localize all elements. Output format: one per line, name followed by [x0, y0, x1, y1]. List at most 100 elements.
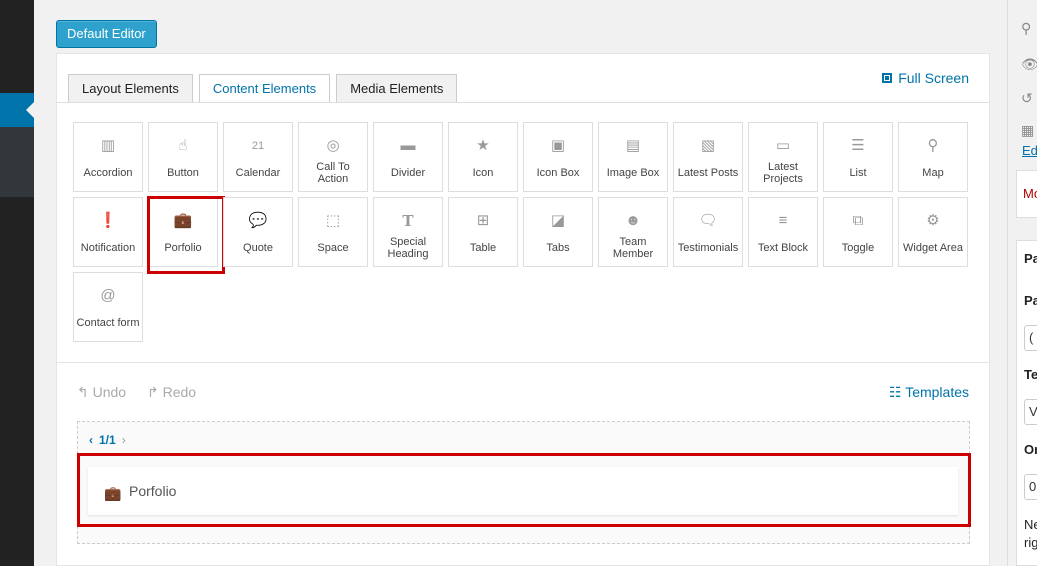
- element-tabs: Layout Elements Content Elements Media E…: [68, 74, 463, 103]
- map-pin-icon: ⚲: [927, 137, 939, 154]
- page-attributes-box: Pa Pa ( Te V Or 0 Ne rig: [1016, 240, 1037, 566]
- book-icon: ▥: [100, 137, 116, 154]
- admin-submenu: [0, 127, 34, 197]
- pin-icon: ⚲: [1021, 20, 1032, 36]
- divider-icon: ▬: [400, 137, 416, 154]
- calendar-icon: ▦: [1021, 122, 1035, 138]
- calendar-icon: 21: [251, 140, 265, 152]
- section-title: Pa: [1024, 251, 1037, 266]
- element-testimonials[interactable]: 🗨 Testimonials: [673, 197, 743, 267]
- element-space[interactable]: ⬚ Space: [298, 197, 368, 267]
- element-label: Contact form: [76, 317, 140, 329]
- element-label: Latest Posts: [677, 167, 739, 179]
- element-label: Icon: [472, 167, 494, 179]
- element-label: Table: [469, 242, 497, 254]
- element-map[interactable]: ⚲ Map: [898, 122, 968, 192]
- template-label: Te: [1024, 367, 1037, 382]
- element-calendar[interactable]: 21 Calendar: [223, 122, 293, 192]
- move-text[interactable]: Mo: [1023, 186, 1037, 201]
- space-icon: ⬚: [325, 212, 341, 229]
- fullscreen-icon: [882, 73, 893, 83]
- element-label: Button: [167, 167, 199, 179]
- monitor-icon: ▭: [775, 137, 791, 154]
- order-label: Or: [1024, 442, 1037, 457]
- move-to-trash-box: Mo: [1016, 170, 1037, 218]
- element-label: Map: [922, 167, 944, 179]
- parent-select[interactable]: (: [1024, 325, 1037, 351]
- element-call-to-action[interactable]: ◎ Call To Action: [298, 122, 368, 192]
- element-label: Testimonials: [677, 242, 739, 254]
- element-label: List: [849, 167, 867, 179]
- full-screen-label: Full Screen: [898, 70, 969, 86]
- element-label: Widget Area: [903, 242, 963, 254]
- element-icon[interactable]: ★ Icon: [448, 122, 518, 192]
- speech-bubble-icon: 💬: [248, 212, 268, 229]
- element-team-member[interactable]: ☻ Team Member: [598, 197, 668, 267]
- element-latest-posts[interactable]: ▧ Latest Posts: [673, 122, 743, 192]
- active-menu-arrow: [26, 102, 34, 118]
- element-toggle[interactable]: ⧉ Toggle: [823, 197, 893, 267]
- undo-label: Undo: [92, 384, 127, 400]
- element-accordion[interactable]: ▥ Accordion: [73, 122, 143, 192]
- element-button[interactable]: ☝ Button: [148, 122, 218, 192]
- section-divider: [57, 362, 989, 363]
- element-label: Porfolio: [164, 242, 202, 254]
- element-label: Image Box: [606, 167, 660, 179]
- history-icon: ↺: [1021, 90, 1033, 106]
- template-select[interactable]: V: [1024, 399, 1037, 425]
- templates-label: Templates: [905, 384, 969, 400]
- element-image-box[interactable]: ▤ Image Box: [598, 122, 668, 192]
- element-label: Special Heading: [387, 236, 429, 260]
- tab-layout-elements[interactable]: Layout Elements: [68, 74, 193, 102]
- element-table[interactable]: ⊞ Table: [448, 197, 518, 267]
- element-label: Space: [317, 242, 349, 254]
- pointer-hand-icon: ☝: [178, 137, 188, 154]
- element-text-block[interactable]: ≡ Text Block: [748, 197, 818, 267]
- testimonial-icon: 🗨: [698, 212, 718, 229]
- element-divider[interactable]: ▬ Divider: [373, 122, 443, 192]
- image-box-icon: ▤: [625, 137, 641, 154]
- element-label: Calendar: [235, 167, 281, 179]
- tabs-divider: [57, 102, 989, 103]
- person-icon: ☻: [625, 212, 641, 229]
- star-icon: ★: [476, 137, 490, 154]
- tab-media-elements[interactable]: Media Elements: [336, 74, 458, 102]
- text-t-icon: T: [402, 212, 414, 230]
- templates-link[interactable]: ☷ Templates: [889, 384, 969, 401]
- gear-icon: ⚙: [926, 212, 940, 229]
- eye-icon: 👁: [1021, 56, 1037, 73]
- list-icon: ☰: [851, 137, 865, 154]
- element-label: Latest Projects: [763, 161, 803, 185]
- order-input[interactable]: 0: [1024, 474, 1037, 500]
- tab-content-elements[interactable]: Content Elements: [198, 74, 331, 103]
- at-sign-icon: @: [100, 287, 116, 304]
- admin-sidebar: [0, 0, 34, 566]
- chevron-left-icon[interactable]: ‹: [89, 433, 93, 447]
- undo-button[interactable]: ↰ Undo: [77, 384, 126, 401]
- note-line-1: Ne: [1024, 517, 1037, 532]
- pager: ‹ 1/1 ›: [89, 433, 126, 447]
- full-screen-link[interactable]: Full Screen: [882, 70, 969, 86]
- element-quote[interactable]: 💬 Quote: [223, 197, 293, 267]
- edit-link[interactable]: Ed: [1022, 143, 1037, 158]
- toggle-icon: ⧉: [852, 212, 864, 229]
- element-label: Notification: [80, 242, 136, 254]
- default-editor-button[interactable]: Default Editor: [56, 20, 157, 48]
- element-tabs[interactable]: ◪ Tabs: [523, 197, 593, 267]
- element-notification[interactable]: ❗ Notification: [73, 197, 143, 267]
- posts-icon: ▧: [700, 137, 716, 154]
- element-contact-form[interactable]: @ Contact form: [73, 272, 143, 342]
- pager-text: 1/1: [99, 433, 116, 447]
- element-porfolio[interactable]: 💼 Porfolio: [147, 196, 225, 274]
- element-label: Tabs: [546, 242, 570, 254]
- element-latest-projects[interactable]: ▭ Latest Projects: [748, 122, 818, 192]
- chevron-right-icon[interactable]: ›: [122, 433, 126, 447]
- element-label: Team Member: [612, 236, 654, 260]
- element-icon-box[interactable]: ▣ Icon Box: [523, 122, 593, 192]
- element-list[interactable]: ☰ List: [823, 122, 893, 192]
- target-icon: ◎: [326, 137, 340, 154]
- element-special-heading[interactable]: T Special Heading: [373, 197, 443, 267]
- element-widget-area[interactable]: ⚙ Widget Area: [898, 197, 968, 267]
- element-label: Quote: [243, 242, 273, 254]
- redo-button[interactable]: ↱ Redo: [147, 384, 196, 401]
